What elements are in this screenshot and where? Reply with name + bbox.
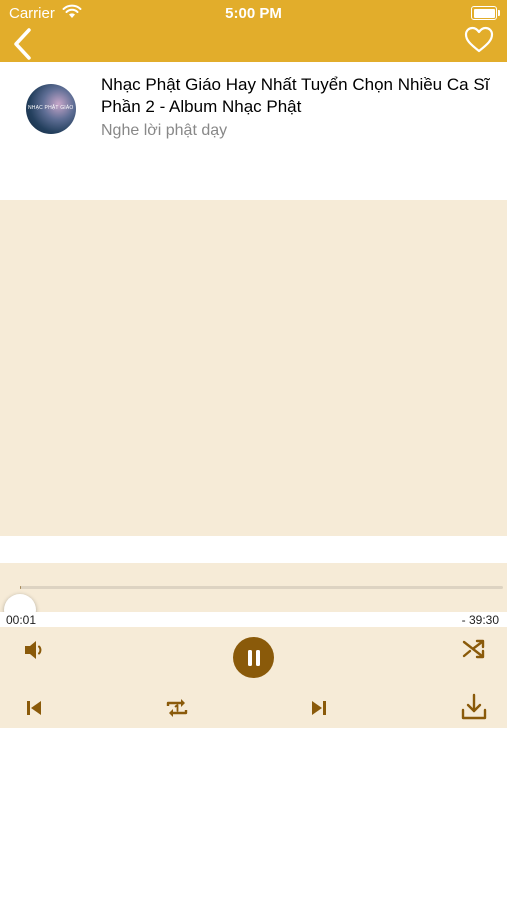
skip-next-icon	[312, 701, 326, 715]
volume-button[interactable]	[21, 637, 49, 663]
back-button[interactable]	[10, 28, 40, 60]
song-artist: Nghe lời phật dạy	[101, 122, 228, 139]
status-bar: Carrier 5:00 PM	[0, 0, 507, 28]
shuffle-button[interactable]	[460, 636, 488, 662]
time-row: 00:01 - 39:30	[0, 612, 507, 627]
progress-slider[interactable]	[0, 563, 507, 626]
next-button[interactable]	[305, 694, 333, 722]
previous-button[interactable]	[20, 694, 48, 722]
progress-track[interactable]	[4, 586, 503, 626]
download-button[interactable]	[458, 691, 490, 723]
lyrics-panel	[0, 200, 507, 536]
battery-icon	[471, 6, 500, 20]
remaining-time: - 39:30	[461, 613, 499, 627]
download-icon	[461, 693, 487, 720]
song-header: NHẠC PHẬT GIÁO Nhạc Phật Giáo Hay Nhất T…	[0, 62, 507, 200]
song-title: Nhạc Phật Giáo Hay Nhất Tuyển Chọn Nhiều…	[101, 75, 490, 116]
navigation-bar	[0, 26, 507, 62]
album-artwork: NHẠC PHẬT GIÁO	[26, 84, 76, 134]
play-pause-button[interactable]	[233, 637, 274, 678]
status-time: 5:00 PM	[225, 5, 282, 22]
repeat-one-icon	[166, 699, 188, 717]
elapsed-time: 00:01	[6, 613, 37, 627]
skip-previous-icon	[27, 701, 41, 715]
player-controls	[0, 627, 507, 728]
repeat-button[interactable]	[162, 693, 192, 723]
favorite-button[interactable]	[463, 24, 495, 56]
heart-outline-icon	[464, 26, 494, 53]
chevron-left-icon	[14, 28, 31, 60]
shuffle-icon	[462, 639, 485, 659]
artwork-caption: NHẠC PHẬT GIÁO	[28, 105, 74, 111]
pause-icon	[247, 649, 260, 666]
volume-icon	[25, 641, 42, 659]
